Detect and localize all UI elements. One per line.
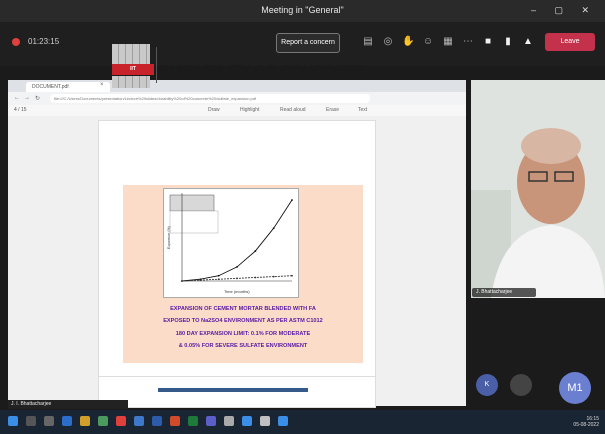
pdf-tool-highlight[interactable]: Highlight	[240, 107, 259, 113]
clock-date: 05-08-2022	[573, 422, 599, 428]
caption-line-3: 180 DAY EXPANSION LIMIT: 0.1% FOR MODERA…	[175, 331, 311, 337]
header-divider	[156, 47, 157, 83]
raise-hand-icon[interactable]: ✋	[402, 36, 414, 48]
app-icon[interactable]	[98, 416, 108, 426]
search-icon[interactable]	[26, 416, 36, 426]
series-1-point	[236, 266, 238, 268]
excel-icon[interactable]	[188, 416, 198, 426]
series-1-point	[291, 199, 293, 201]
series-2-point	[199, 279, 202, 282]
series-1-point	[254, 250, 257, 252]
series-2-point	[217, 278, 220, 281]
window-title: Meeting in "General"	[261, 5, 344, 15]
people-icon[interactable]: ◎	[382, 36, 394, 48]
logo-pattern-lower	[112, 76, 150, 88]
next-page-header-band	[158, 388, 308, 392]
leave-button[interactable]: Leave	[545, 33, 595, 51]
windows-taskbar: 16:15 05-08-2022	[0, 410, 605, 434]
meeting-timer: 01:23:15	[28, 37, 60, 46]
window-controls[interactable]: – ▢ ✕	[531, 5, 597, 16]
caption-line-1: EXPANSION OF CEMENT MORTAR BLENDED WITH …	[170, 306, 316, 312]
pdf-page-indicator[interactable]: 4 / 15	[14, 107, 27, 113]
pdf-tool-read-aloud[interactable]: Read aloud	[280, 107, 306, 113]
folder-icon[interactable]	[80, 416, 90, 426]
address-bar[interactable]: file:///C:/Users/Documents/presentation/…	[50, 94, 370, 103]
chart-xlabel: Time (months)	[224, 289, 250, 294]
app-icon[interactable]	[260, 416, 270, 426]
series-2-point	[236, 277, 238, 280]
presenter-figure	[471, 80, 605, 298]
slide-title: DURABILITY OF CONCRETE	[160, 62, 364, 79]
back-icon[interactable]: ←	[14, 95, 20, 101]
start-icon[interactable]	[8, 416, 18, 426]
forward-icon[interactable]: →	[24, 95, 30, 101]
pdf-next-page	[98, 376, 376, 408]
browser-tab[interactable]: DOCUMENT.pdf	[26, 82, 110, 92]
series-2-point	[254, 276, 257, 279]
caption-line-4: & 0.05% FOR SEVERE SULFATE ENVIRONMENT	[178, 343, 308, 349]
app-icon[interactable]	[134, 416, 144, 426]
teams-icon[interactable]	[206, 416, 216, 426]
pdf-tool-text[interactable]: Text	[358, 107, 367, 113]
camera-icon[interactable]: ■	[482, 36, 494, 48]
more-icon[interactable]: ⋯	[462, 36, 474, 48]
chart-legend-box	[169, 210, 219, 234]
system-clock: 16:15 05-08-2022	[573, 416, 599, 428]
chart-inset-box	[169, 194, 215, 212]
institute-logo: IIT	[112, 64, 154, 75]
app-icon[interactable]	[224, 416, 234, 426]
presenter-video[interactable]	[471, 80, 605, 298]
tab-close-icon[interactable]: ×	[100, 82, 104, 88]
app-icon[interactable]	[278, 416, 288, 426]
refresh-icon[interactable]: ↻	[35, 95, 40, 102]
expansion-chart: Expansion (%) Time (months)	[163, 188, 299, 298]
chart-ylabel: Expansion (%)	[167, 226, 171, 249]
pdf-tool-draw[interactable]: Draw	[208, 107, 220, 113]
series-2-point	[272, 275, 275, 278]
meeting-toolbar: 01:23:15 Report a concern ▤ ◎ ✋ ☺ ▦ ⋯ ■ …	[0, 22, 605, 66]
series-1-point	[217, 274, 220, 277]
participant-avatar[interactable]	[510, 374, 532, 396]
app-icon[interactable]	[116, 416, 126, 426]
task-view-icon[interactable]	[44, 416, 54, 426]
app-icon[interactable]	[62, 416, 72, 426]
series-1-point	[272, 227, 275, 230]
powerpoint-icon[interactable]	[170, 416, 180, 426]
sharing-label: J. I. Bhattacharjee	[8, 400, 128, 409]
recording-icon	[12, 38, 20, 46]
caption-line-2: EXPOSED TO Na2SO4 ENVIRONMENT AS PER AST…	[163, 318, 323, 324]
series-2-point	[181, 280, 183, 282]
reactions-icon[interactable]: ☺	[422, 36, 434, 48]
series-2-point	[291, 274, 293, 277]
word-icon[interactable]	[152, 416, 162, 426]
chat-icon[interactable]: ▤	[362, 36, 374, 48]
pdf-tool-erase[interactable]: Erase	[326, 107, 339, 113]
participant-avatar[interactable]: K	[476, 374, 498, 396]
mic-icon[interactable]: ▮	[502, 36, 514, 48]
rooms-icon[interactable]: ▦	[442, 36, 454, 48]
edge-icon[interactable]	[242, 416, 252, 426]
report-concern-button[interactable]: Report a concern	[276, 33, 340, 53]
participant-avatar[interactable]: M1	[559, 372, 591, 404]
presenter-name: J. Bhattacharjee	[472, 288, 536, 297]
share-icon[interactable]: ▲	[522, 36, 534, 48]
